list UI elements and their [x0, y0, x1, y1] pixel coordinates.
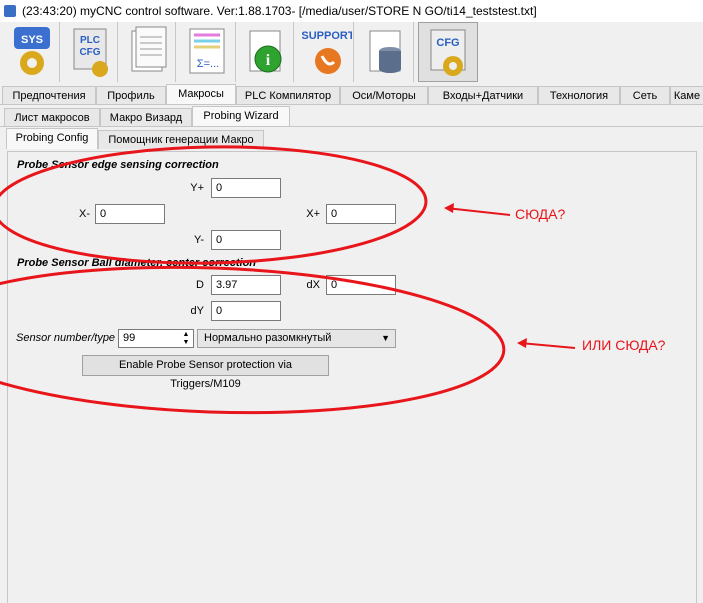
formula-sheet-icon: Σ=... [189, 28, 225, 74]
tab-probing-wizard[interactable]: Probing Wizard [192, 106, 290, 127]
tab-probing-config[interactable]: Probing Config [6, 128, 98, 149]
ball-section-title: Probe Sensor Ball diameter, center corre… [17, 257, 257, 269]
tab-macro-generation-helper[interactable]: Помощник генерации Макро [98, 130, 264, 149]
info-icon: i [249, 30, 282, 73]
yplus-field[interactable]: 0 [211, 178, 281, 198]
sys-gear-icon: SYS [14, 27, 50, 75]
dx-label: dX [306, 279, 320, 291]
dy-field[interactable]: 0 [211, 301, 281, 321]
d-label: D [196, 279, 204, 291]
edge-section-title: Probe Sensor edge sensing correction [17, 159, 219, 171]
sub-tab-divider [0, 126, 703, 127]
dy-label: dY [190, 305, 204, 317]
tab-plc-compiler[interactable]: PLC Компилятор [236, 86, 340, 105]
tab-camera[interactable]: Каме [670, 86, 703, 105]
svg-text:PLC: PLC [80, 35, 100, 46]
svg-text:CFG: CFG [79, 47, 100, 58]
svg-text:i: i [266, 52, 271, 69]
database-icon [369, 30, 401, 73]
enable-probe-protection-button[interactable]: Enable Probe Sensor protection via Trigg… [82, 355, 329, 390]
annotation-text-1: СЮДА? [515, 206, 566, 222]
plc-cfg-button[interactable]: PLC CFG [62, 22, 118, 82]
annotation-text-2: ИЛИ СЮДА? [582, 337, 666, 353]
yminus-label: Y- [194, 234, 204, 246]
formula-button[interactable]: Σ=... [180, 22, 236, 82]
yminus-field[interactable]: 0 [211, 230, 281, 250]
svg-text:SYS: SYS [21, 34, 43, 46]
cfg-gear-icon: CFG [430, 29, 466, 76]
documents-icon [131, 26, 167, 72]
dx-field[interactable]: 0 [326, 275, 396, 295]
main-toolbar: SYS PLC CFG Σ=... i SUPPORT CFG [0, 22, 703, 84]
sensor-number-value: 99 [123, 332, 136, 344]
svg-text:SUPPORT: SUPPORT [302, 30, 352, 42]
spin-down-icon[interactable]: ▼ [181, 339, 191, 346]
database-button[interactable] [358, 22, 414, 82]
tab-macro-wizard[interactable]: Макро Визард [100, 108, 192, 127]
diameter-field[interactable]: 3.97 [211, 275, 281, 295]
tab-inputs-sensors[interactable]: Входы+Датчики [428, 86, 538, 105]
title-bar: (23:43:20) myCNC control software. Ver:1… [0, 0, 703, 22]
tab-network[interactable]: Сеть [620, 86, 670, 105]
sensor-number-label: Sensor number/type [16, 332, 116, 344]
plc-cfg-icon: PLC CFG [73, 28, 108, 77]
sub-tab-bar: Лист макросов Макро Визард Probing Wizar… [0, 106, 703, 128]
tab-axes-motors[interactable]: Оси/Моторы [340, 86, 428, 105]
tab-preferences[interactable]: Предпочтения [2, 86, 96, 105]
sensor-type-select[interactable]: Нормально разомкнутый ▼ [197, 329, 396, 348]
xplus-field[interactable]: 0 [326, 204, 396, 224]
inner-tab-bar: Probing Config Помощник генерации Макро [0, 128, 703, 150]
svg-text:Σ=...: Σ=... [197, 58, 219, 70]
support-phone-icon: SUPPORT [302, 30, 352, 74]
cfg-button[interactable]: CFG [418, 22, 478, 82]
window-title: (23:43:20) myCNC control software. Ver:1… [22, 4, 537, 18]
support-button[interactable]: SUPPORT [298, 22, 354, 82]
tab-profile[interactable]: Профиль [96, 86, 166, 105]
main-tab-divider [0, 104, 703, 105]
sensor-type-value: Нормально разомкнутый [204, 332, 332, 344]
main-tab-bar: Предпочтения Профиль Макросы PLC Компиля… [0, 84, 703, 106]
app-icon [4, 5, 16, 17]
chevron-down-icon: ▼ [381, 333, 390, 343]
tab-technology[interactable]: Технология [538, 86, 620, 105]
svg-text:CFG: CFG [436, 37, 459, 49]
sensor-number-spinbox[interactable]: 99 ▲ ▼ [118, 329, 194, 348]
yplus-label: Y+ [190, 182, 204, 194]
spin-up-icon[interactable]: ▲ [181, 331, 191, 338]
xminus-field[interactable]: 0 [95, 204, 165, 224]
xminus-label: X- [79, 208, 90, 220]
xplus-label: X+ [306, 208, 320, 220]
documents-button[interactable] [120, 22, 176, 82]
tab-macro-list[interactable]: Лист макросов [4, 108, 100, 127]
tab-macros[interactable]: Макросы [166, 84, 236, 105]
sys-button[interactable]: SYS [4, 22, 60, 82]
info-button[interactable]: i [238, 22, 294, 82]
